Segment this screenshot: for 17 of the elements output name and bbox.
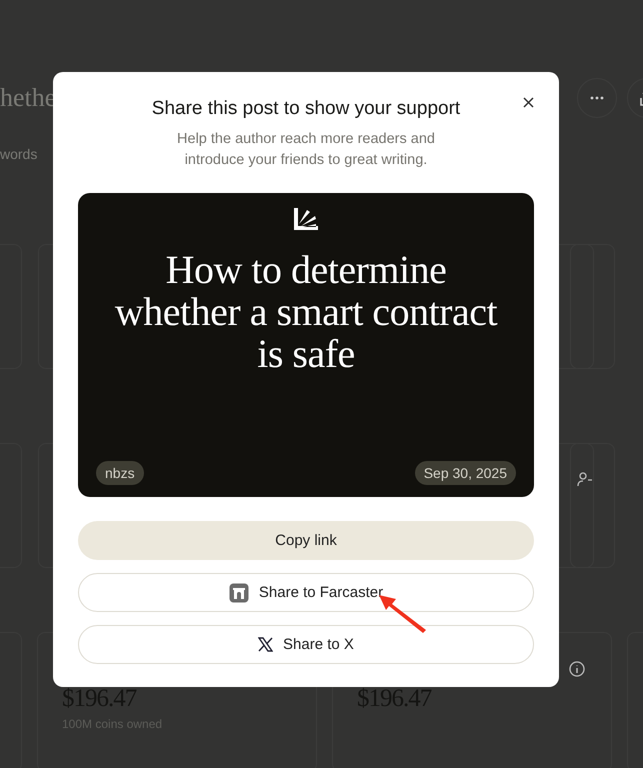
- post-title: hethe: [0, 83, 56, 113]
- dialog-title: Share this post to show your support: [152, 98, 460, 120]
- author-badge: nbzs: [96, 461, 144, 485]
- word-count: words: [0, 146, 38, 162]
- arch-icon: [228, 582, 249, 602]
- more-icon: [590, 96, 604, 100]
- person-icon: [577, 471, 593, 487]
- share-button[interactable]: Share to X: [78, 625, 534, 664]
- date-badge: Sep 30, 2025: [414, 461, 516, 485]
- burst-logo-icon: [293, 207, 319, 231]
- preview-title: How to determine whether a smart contract is safe: [114, 249, 498, 375]
- info-icon: [569, 661, 585, 677]
- share-button[interactable]: Share to Farcaster: [78, 573, 534, 612]
- close-icon: [522, 96, 534, 108]
- x-logo-icon: [258, 637, 274, 652]
- dialog-subtitle: Help the author reach more readers and introduce your friends to great writing.: [176, 130, 436, 170]
- copy-link-button[interactable]: Copy link: [78, 521, 534, 560]
